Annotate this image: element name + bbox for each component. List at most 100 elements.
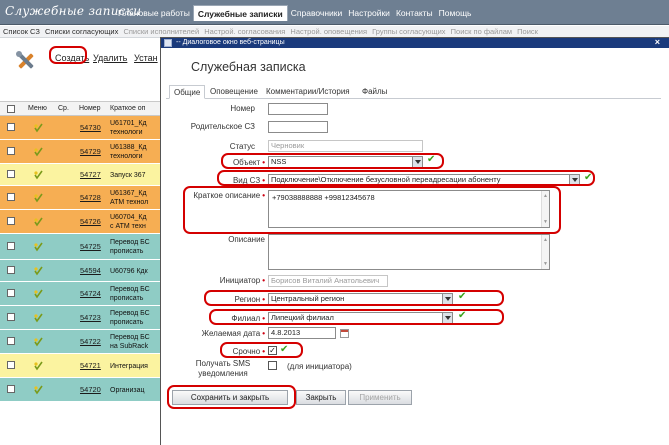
row-summary: Перевод БС прописать [110,310,150,326]
nav-memos[interactable]: Служебные записки [192,5,288,21]
row-number-link[interactable]: 54723 [80,313,101,322]
subnav-file-search[interactable]: Поиск по файлам [451,27,512,36]
row-number-link[interactable]: 54729 [80,147,101,156]
nav-settings[interactable]: Настройки [345,5,393,21]
subnav-search[interactable]: Поиск [517,27,538,36]
row-number-link[interactable]: 54728 [80,193,101,202]
close-button[interactable]: Закрыть [296,390,346,405]
branch-value: Липецкий филиал [271,313,334,322]
chevron-down-icon[interactable] [442,313,452,323]
urgent-checkbox[interactable]: ✓ [268,346,277,355]
col-sr[interactable]: Ср. [58,105,69,112]
table-row[interactable]: 54721 Интеграция [0,354,160,378]
nav-help[interactable]: Помощь [436,5,475,21]
row-number-link[interactable]: 54721 [80,361,101,370]
table-row[interactable]: 54720 Организац [0,378,160,402]
row-checkbox[interactable] [7,289,15,297]
save-and-close-button[interactable]: Сохранить и закрыть [172,390,288,405]
chevron-down-icon[interactable] [569,175,579,185]
nav-directories[interactable]: Справочники [288,5,346,21]
row-menu-icon[interactable] [33,123,43,133]
parent-memo-input[interactable] [268,121,328,133]
select-all-checkbox[interactable] [7,105,15,113]
initiator-label: Инициатор • [219,276,265,285]
subnav-approvers[interactable]: Списки согласующих [45,27,118,36]
row-number-link[interactable]: 54720 [80,385,101,394]
create-button[interactable]: Создать [55,53,89,63]
chevron-down-icon[interactable] [412,157,422,167]
nav-contacts[interactable]: Контакты [393,5,436,21]
row-menu-icon[interactable] [33,337,43,347]
subnav-memo-list[interactable]: Список СЗ [3,27,40,36]
tab-comments-history[interactable]: Комментарии/История [262,85,354,99]
row-checkbox[interactable] [7,147,15,155]
row-number-link[interactable]: 54726 [80,217,101,226]
summary-textarea[interactable]: +79038888888 +99812345678 [268,190,550,228]
row-checkbox[interactable] [7,337,15,345]
col-number[interactable]: Номер [79,105,101,112]
table-row[interactable]: 54728 U61367_Кд ATM технол [0,186,160,210]
scrollbar[interactable] [541,191,549,227]
calendar-icon[interactable] [340,329,349,338]
tab-notification[interactable]: Оповещение [206,85,262,99]
row-checkbox[interactable] [7,361,15,369]
table-row[interactable]: 54726 U60704_Кд с ATM техн [0,210,160,234]
delete-button[interactable]: Удалить [93,53,127,63]
row-menu-icon[interactable] [33,313,43,323]
row-number-link[interactable]: 54725 [80,242,101,251]
table-row[interactable]: 54727 Запуск 367 [0,164,160,186]
row-number-link[interactable]: 54724 [80,289,101,298]
row-menu-icon[interactable] [33,242,43,252]
row-checkbox[interactable] [7,266,15,274]
sms-checkbox[interactable] [268,361,277,370]
row-number-link[interactable]: 54727 [80,170,101,179]
col-summary[interactable]: Краткое оп [110,105,145,112]
row-checkbox[interactable] [7,313,15,321]
row-checkbox[interactable] [7,123,15,131]
install-button[interactable]: Устан [134,53,158,63]
row-menu-icon[interactable] [33,266,43,276]
subnav-executors[interactable]: Списки исполнителей [123,27,199,36]
tab-files[interactable]: Файлы [358,85,391,99]
branch-select[interactable]: Липецкий филиал [268,312,453,324]
table-row[interactable]: 54722 Перевод БС на SubRack [0,330,160,354]
table-row[interactable]: 54725 Перевод БС прописать [0,234,160,260]
table-row[interactable]: 54724 Перевод БС прописать [0,282,160,306]
description-textarea[interactable] [268,234,550,270]
row-menu-icon[interactable] [33,289,43,299]
region-select[interactable]: Центральный регион [268,293,453,305]
close-icon[interactable]: × [655,37,660,47]
apply-button[interactable]: Применить [348,390,412,405]
row-menu-icon[interactable] [33,361,43,371]
subnav-approver-groups[interactable]: Группы согласующих [372,27,445,36]
memo-type-select[interactable]: Подключение\Отключение безусловной переа… [268,174,580,186]
chevron-down-icon[interactable] [442,294,452,304]
row-checkbox[interactable] [7,242,15,250]
row-number-link[interactable]: 54594 [80,266,101,275]
row-checkbox[interactable] [7,385,15,393]
row-menu-icon[interactable] [33,385,43,395]
row-number-link[interactable]: 54730 [80,123,101,132]
row-menu-icon[interactable] [33,147,43,157]
scrollbar[interactable] [541,235,549,269]
row-checkbox[interactable] [7,217,15,225]
table-row[interactable]: 54594 U60796 Кдк [0,260,160,282]
nav-planned-works[interactable]: Плановые работы [115,5,193,21]
desired-date-input[interactable]: 4.8.2013 [268,327,336,339]
row-menu-icon[interactable] [33,217,43,227]
row-checkbox[interactable] [7,193,15,201]
col-menu[interactable]: Меню [28,105,47,112]
subnav-notify-settings[interactable]: Настрой. оповещения [290,27,367,36]
table-row[interactable]: 54729 U61388_Кд технологи [0,140,160,164]
row-checkbox[interactable] [7,170,15,178]
row-number-link[interactable]: 54722 [80,337,101,346]
number-input[interactable] [268,103,328,115]
row-menu-icon[interactable] [33,170,43,180]
table-row[interactable]: 54723 Перевод БС прописать [0,306,160,330]
tab-general[interactable]: Общие [169,85,206,99]
row-menu-icon[interactable] [33,193,43,203]
subnav-approval-settings[interactable]: Настрой. согласования [204,27,285,36]
table-row[interactable]: 54730 U61701_Кд технологи [0,116,160,140]
object-select[interactable]: NSS [268,156,423,168]
dialog-title: -- Диалоговое окно веб-страницы [176,39,285,46]
